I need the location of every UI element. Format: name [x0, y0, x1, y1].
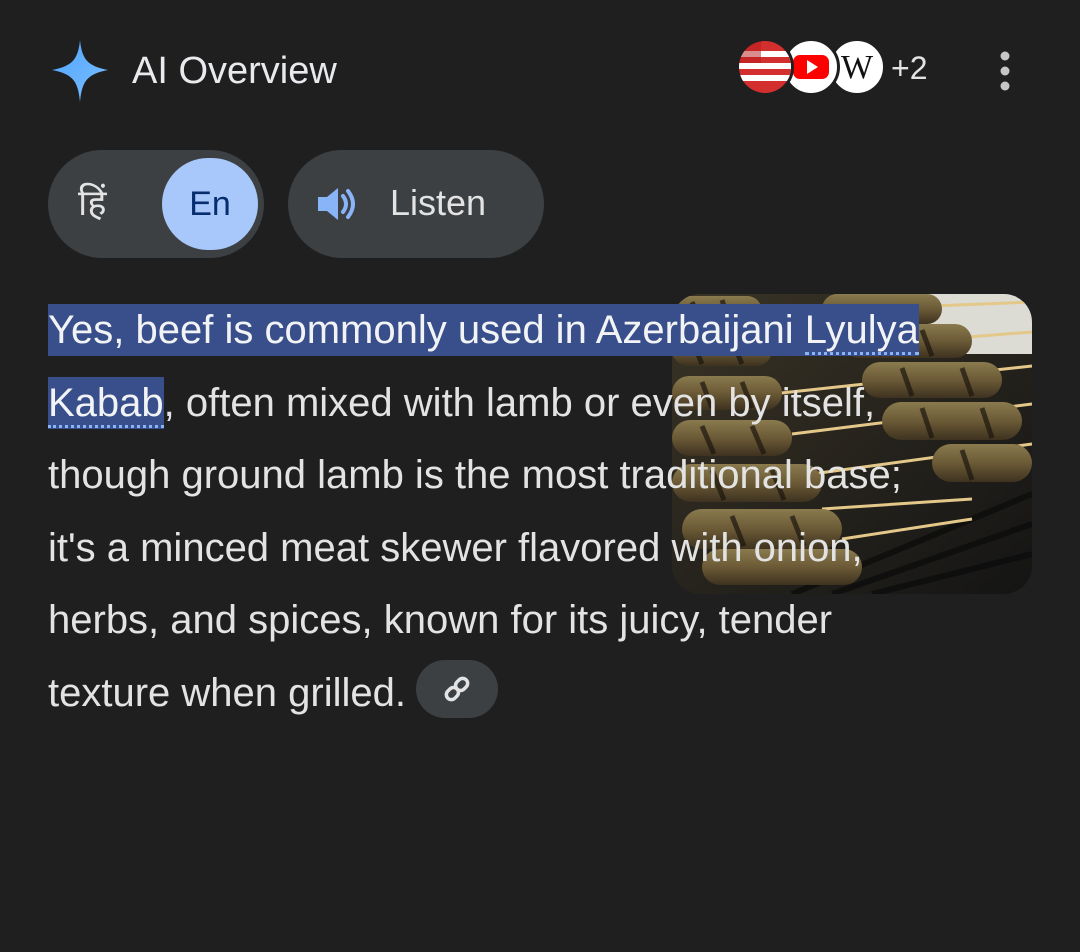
- listen-button[interactable]: Listen: [288, 150, 544, 258]
- sparkle-icon: [52, 40, 108, 102]
- lang-english-button[interactable]: En: [162, 158, 258, 250]
- answer-highlight-part1: Yes, beef is commonly used in Azerbaijan…: [48, 308, 805, 352]
- listen-label: Listen: [390, 182, 487, 223]
- sources-group[interactable]: W +2: [736, 36, 946, 102]
- sources-more-count[interactable]: +2: [891, 48, 927, 88]
- flag-source-icon[interactable]: [736, 38, 794, 96]
- more-vert-icon[interactable]: [993, 50, 1017, 92]
- lang-hindi-button[interactable]: हिं: [78, 182, 106, 226]
- speaker-icon: [318, 188, 355, 220]
- wikipedia-letter: W: [841, 49, 874, 86]
- citation-link-button[interactable]: [415, 659, 498, 718]
- answer-text: Yes, beef is commonly used in Azerbaijan…: [48, 294, 948, 729]
- language-toggle: हिं En: [48, 150, 264, 258]
- page-title: AI Overview: [132, 50, 337, 92]
- ai-overview-header: AI Overview W +2: [48, 36, 1038, 106]
- link-icon: [444, 676, 470, 702]
